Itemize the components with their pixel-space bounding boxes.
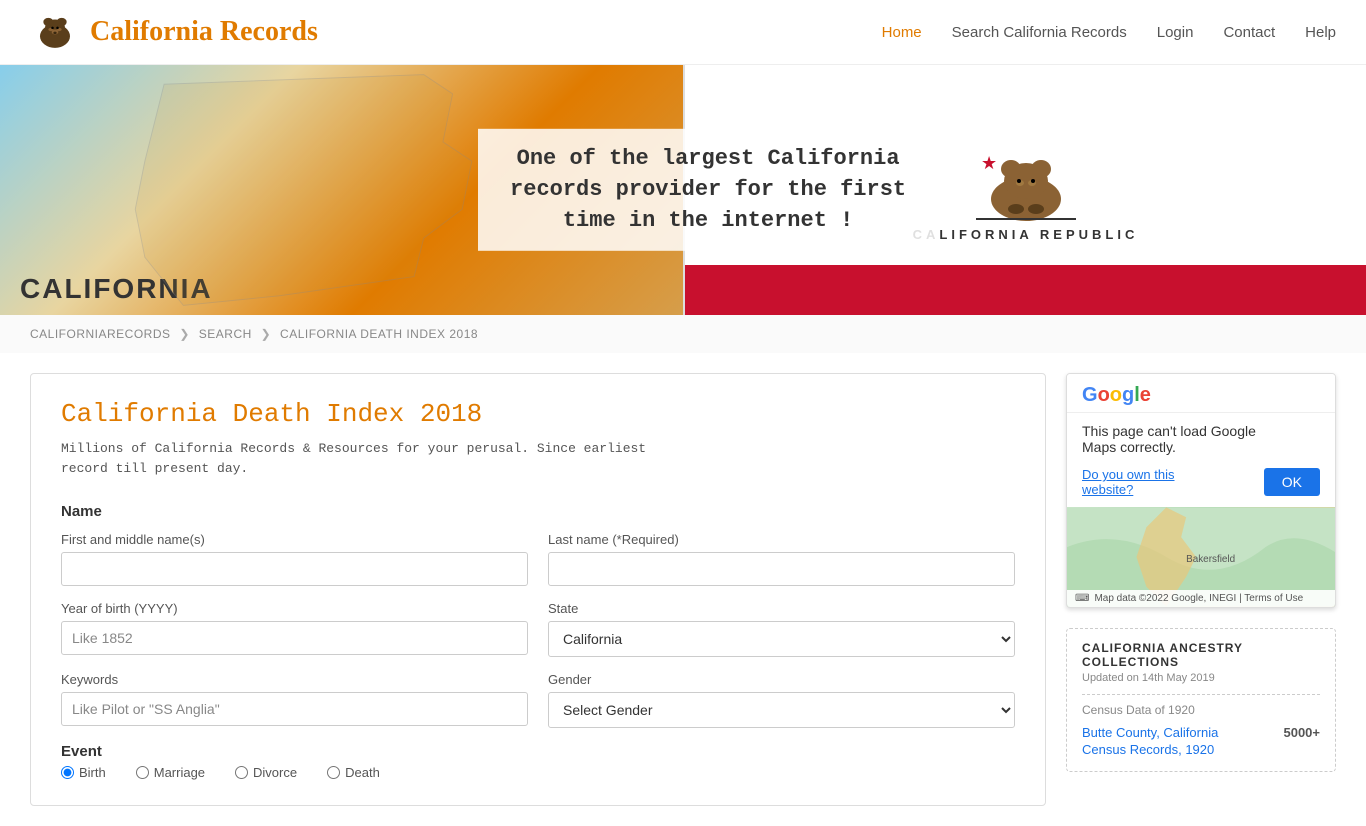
form-title: California Death Index 2018	[61, 399, 1015, 429]
event-section-label: Event	[61, 743, 1015, 760]
nav-help[interactable]: Help	[1305, 24, 1336, 41]
last-name-label: Last name (*Required)	[548, 532, 1015, 547]
nav-contact[interactable]: Contact	[1223, 24, 1275, 41]
flag-bear-icon: ★	[956, 139, 1096, 229]
logo-area: California Records	[30, 7, 318, 57]
keyboard-icon: ⌨	[1075, 593, 1089, 604]
breadcrumb-current: CALIFORNIA DEATH INDEX 2018	[280, 327, 478, 341]
event-birth-label[interactable]: Birth	[61, 765, 106, 780]
ancestry-item: Butte County, California Census Records,…	[1082, 725, 1320, 759]
year-input[interactable]	[61, 621, 528, 655]
form-section: California Death Index 2018 Millions of …	[30, 373, 1046, 806]
state-label: State	[548, 601, 1015, 616]
state-field: State California Alabama Alaska Arizona	[548, 601, 1015, 657]
ancestry-title: CALIFORNIA ANCESTRY COLLECTIONS	[1082, 641, 1320, 669]
bear-logo-icon	[30, 7, 80, 57]
google-popup-body: This page can't load Google Maps correct…	[1067, 413, 1335, 507]
google-ok-button[interactable]: OK	[1264, 468, 1320, 496]
nav-search[interactable]: Search California Records	[952, 24, 1127, 41]
keywords-input[interactable]	[61, 692, 528, 726]
google-map-placeholder: Bakersfield ⌨ Map data ©2022 Google, INE…	[1067, 507, 1335, 607]
keywords-label: Keywords	[61, 672, 528, 687]
flag-text: CALIFORNIA REPUBLIC	[913, 227, 1139, 242]
ancestry-divider-top	[1082, 694, 1320, 695]
ancestry-item-count: 5000+	[1283, 725, 1320, 740]
ancestry-updated: Updated on 14th May 2019	[1082, 672, 1320, 684]
ancestry-section: CALIFORNIA ANCESTRY COLLECTIONS Updated …	[1066, 628, 1336, 772]
hero-overlay-text: One of the largest California records pr…	[510, 146, 906, 233]
event-radio-row: Birth Marriage Divorce Death	[61, 765, 1015, 780]
gender-label: Gender	[548, 672, 1015, 687]
google-popup-header: Google	[1067, 374, 1335, 413]
google-popup: Google This page can't load Google Maps …	[1066, 373, 1336, 608]
breadcrumb-sep-1: ❯	[179, 327, 190, 341]
state-select[interactable]: California Alabama Alaska Arizona	[548, 621, 1015, 657]
svg-text:Bakersfield: Bakersfield	[1186, 554, 1235, 565]
last-name-field: Last name (*Required)	[548, 532, 1015, 586]
event-death-label[interactable]: Death	[327, 765, 380, 780]
sidebar: Google This page can't load Google Maps …	[1066, 373, 1336, 806]
name-row: First and middle name(s) Last name (*Req…	[61, 532, 1015, 586]
first-name-label: First and middle name(s)	[61, 532, 528, 547]
header: California Records Home Search Californi…	[0, 0, 1366, 65]
last-name-input[interactable]	[548, 552, 1015, 586]
keywords-field: Keywords	[61, 672, 528, 728]
breadcrumb-sep-2: ❯	[261, 327, 272, 341]
gender-select[interactable]: Select Gender Male Female	[548, 692, 1015, 728]
nav-login[interactable]: Login	[1157, 24, 1194, 41]
breadcrumb-search[interactable]: SEARCH	[199, 327, 252, 341]
first-name-field: First and middle name(s)	[61, 532, 528, 586]
event-divorce-label[interactable]: Divorce	[235, 765, 297, 780]
census-section-title: Census Data of 1920	[1082, 703, 1320, 717]
ancestry-item-link[interactable]: Butte County, California Census Records,…	[1082, 725, 1218, 759]
breadcrumb-home[interactable]: CALIFORNIARECORDS	[30, 327, 171, 341]
google-logo: Google	[1082, 384, 1320, 407]
year-label: Year of birth (YYYY)	[61, 601, 528, 616]
main-layout: California Death Index 2018 Millions of …	[0, 353, 1366, 826]
main-nav: Home Search California Records Login Con…	[882, 24, 1336, 41]
year-field: Year of birth (YYYY)	[61, 601, 528, 657]
breadcrumb: CALIFORNIARECORDS ❯ SEARCH ❯ CALIFORNIA …	[0, 315, 1366, 353]
svg-text:★: ★	[981, 153, 997, 173]
gender-field: Gender Select Gender Male Female	[548, 672, 1015, 728]
form-subtitle: Millions of California Records & Resourc…	[61, 439, 1015, 478]
google-map-bar: ⌨ Map data ©2022 Google, INEGI | Terms o…	[1067, 590, 1335, 607]
event-marriage-label[interactable]: Marriage	[136, 765, 205, 780]
google-popup-actions: Do you own this website? OK	[1082, 467, 1320, 497]
name-section-label: Name	[61, 503, 1015, 520]
first-name-input[interactable]	[61, 552, 528, 586]
google-popup-text: This page can't load Google Maps correct…	[1082, 423, 1320, 455]
google-own-website-link[interactable]: Do you own this website?	[1082, 467, 1175, 497]
nav-home[interactable]: Home	[882, 24, 922, 41]
site-logo-title: California Records	[90, 16, 318, 48]
hero-banner: CALIFORNIA ★ CALIFORNIA REPUBLIC	[0, 65, 1366, 315]
year-state-row: Year of birth (YYYY) State California Al…	[61, 601, 1015, 657]
keywords-gender-row: Keywords Gender Select Gender Male Femal…	[61, 672, 1015, 728]
map-attribution: Map data ©2022 Google, INEGI | Terms of …	[1094, 593, 1303, 604]
hero-text-overlay: One of the largest California records pr…	[478, 129, 938, 251]
